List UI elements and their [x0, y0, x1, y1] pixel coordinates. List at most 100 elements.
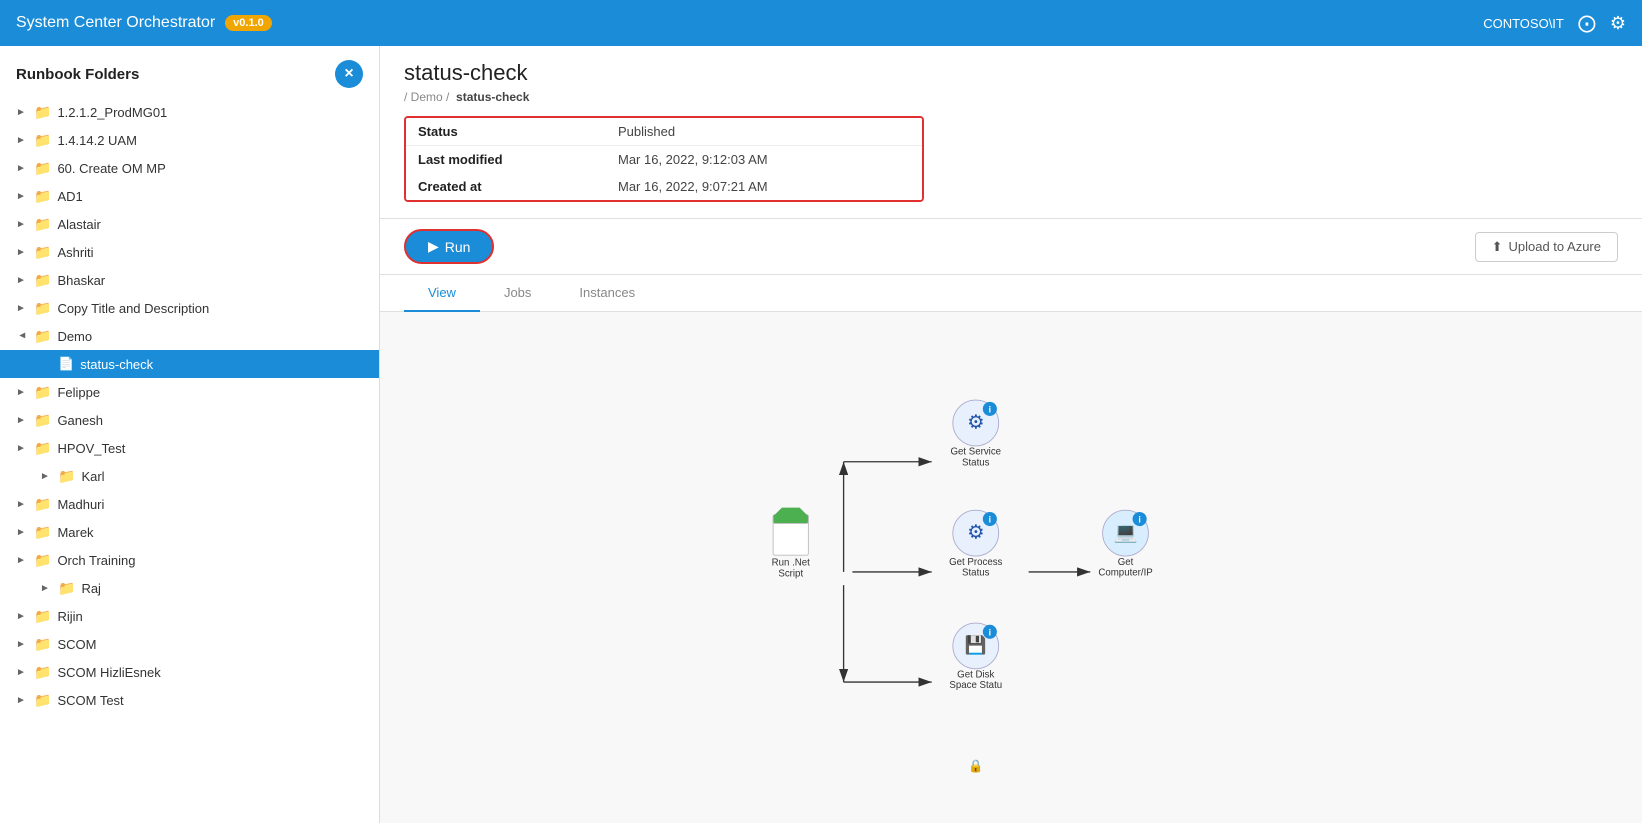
upload-label: Upload to Azure: [1508, 239, 1601, 254]
sidebar-item-folder-3[interactable]: ► 📁 60. Create OM MP: [0, 154, 379, 182]
folder-icon: 📁: [34, 104, 51, 121]
chevron-icon: ►: [16, 667, 28, 678]
sidebar-item-ashriti[interactable]: ► 📁 Ashriti: [0, 238, 379, 266]
status-table: Status Published Last modified Mar 16, 2…: [404, 116, 924, 202]
breadcrumb-current: status-check: [456, 90, 529, 104]
sidebar-item-bhaskar[interactable]: ► 📁 Bhaskar: [0, 266, 379, 294]
sidebar-item-marek[interactable]: ► 📁 Marek: [0, 518, 379, 546]
sidebar-item-folder-1[interactable]: ► 📁 1.2.1.2_ProdMG01: [0, 98, 379, 126]
chevron-icon: ▼: [17, 330, 28, 342]
folder-icon: 📁: [58, 468, 75, 485]
svg-text:i: i: [989, 515, 991, 525]
sidebar-item-label: Ashriti: [57, 245, 93, 260]
sidebar-item-raj[interactable]: ► 📁 Raj: [0, 574, 379, 602]
run-button[interactable]: ▶ Run: [404, 229, 494, 264]
sidebar-item-label: Marek: [57, 525, 93, 540]
chevron-icon: ►: [16, 191, 28, 202]
sidebar-close-button[interactable]: ×: [335, 60, 363, 88]
sidebar: Runbook Folders × ► 📁 1.2.1.2_ProdMG01 ►…: [0, 46, 380, 823]
svg-text:💾: 💾: [965, 635, 987, 655]
chevron-icon: ►: [16, 443, 28, 454]
chevron-icon: ►: [16, 303, 28, 314]
sidebar-item-orch[interactable]: ► 📁 Orch Training: [0, 546, 379, 574]
tab-view[interactable]: View: [404, 275, 480, 312]
folder-icon: 📁: [34, 664, 51, 681]
sidebar-item-copy-title[interactable]: ► 📁 Copy Title and Description: [0, 294, 379, 322]
play-icon: ▶: [428, 238, 439, 255]
sidebar-item-label: Felippe: [57, 385, 100, 400]
sidebar-item-scom-hizli[interactable]: ► 📁 SCOM HizliEsnek: [0, 658, 379, 686]
chevron-icon: ►: [16, 555, 28, 566]
chevron-icon: ►: [40, 471, 52, 482]
sidebar-item-demo[interactable]: ▼ 📁 Demo: [0, 322, 379, 350]
sidebar-item-felippe[interactable]: ► 📁 Felippe: [0, 378, 379, 406]
breadcrumb-root: / Demo /: [404, 90, 449, 104]
svg-text:🔒: 🔒: [968, 759, 983, 773]
chevron-icon: ►: [16, 163, 28, 174]
sidebar-item-alastair[interactable]: ► 📁 Alastair: [0, 210, 379, 238]
node-get-process-status[interactable]: ⚙ i Get Process Status: [949, 510, 1002, 578]
sidebar-item-status-check[interactable]: 📄 status-check: [0, 350, 379, 378]
sidebar-title: Runbook Folders: [16, 66, 139, 83]
apps-icon[interactable]: ⨀: [1578, 13, 1596, 34]
folder-icon: 📁: [34, 552, 51, 569]
folder-icon: 📁: [34, 524, 51, 541]
sidebar-item-label: status-check: [80, 357, 153, 372]
last-modified-value: Mar 16, 2022, 9:12:03 AM: [618, 152, 768, 167]
folder-icon: 📁: [34, 636, 51, 653]
chevron-icon: ►: [16, 275, 28, 286]
sidebar-item-label: Ganesh: [57, 413, 103, 428]
folder-icon: 📁: [34, 160, 51, 177]
status-row-published: Status Published: [406, 118, 922, 146]
runbook-icon: 📄: [58, 356, 74, 372]
tab-jobs[interactable]: Jobs: [480, 275, 555, 312]
node-get-computer-ip[interactable]: 💻 i Get Computer/IP: [1098, 510, 1152, 578]
sidebar-list: ► 📁 1.2.1.2_ProdMG01 ► 📁 1.4.14.2 UAM ► …: [0, 98, 379, 823]
settings-icon[interactable]: ⚙: [1610, 13, 1626, 34]
breadcrumb: / Demo / status-check: [404, 90, 1618, 104]
node-get-disk-space[interactable]: 💾 i Get Disk Space Statu: [949, 623, 1002, 691]
header-left: System Center Orchestrator v0.1.0: [16, 14, 272, 32]
upload-azure-button[interactable]: ⬆ Upload to Azure: [1475, 232, 1618, 262]
sidebar-item-ganesh[interactable]: ► 📁 Ganesh: [0, 406, 379, 434]
svg-text:i: i: [1138, 515, 1140, 525]
sidebar-item-rijin[interactable]: ► 📁 Rijin: [0, 602, 379, 630]
sidebar-item-label: Alastair: [57, 217, 100, 232]
tab-instances[interactable]: Instances: [555, 275, 659, 312]
svg-text:⚙: ⚙: [967, 521, 984, 543]
sidebar-item-folder-2[interactable]: ► 📁 1.4.14.2 UAM: [0, 126, 379, 154]
chevron-icon: ►: [16, 387, 28, 398]
folder-icon: 📁: [34, 300, 51, 317]
node-run-net-script[interactable]: Run .Net Script: [757, 508, 824, 580]
sidebar-item-label: SCOM Test: [57, 693, 123, 708]
main-layout: Runbook Folders × ► 📁 1.2.1.2_ProdMG01 ►…: [0, 46, 1642, 823]
sidebar-item-scom-test[interactable]: ► 📁 SCOM Test: [0, 686, 379, 714]
status-key: Status: [418, 124, 618, 139]
header-user: CONTOSO\IT: [1483, 16, 1564, 31]
sidebar-item-folder-ad1[interactable]: ► 📁 AD1: [0, 182, 379, 210]
sidebar-item-label: Raj: [81, 581, 101, 596]
svg-text:💻: 💻: [1113, 521, 1137, 543]
chevron-icon: ►: [16, 695, 28, 706]
node-get-service-status[interactable]: ⚙ i Get Service Status: [950, 400, 1001, 468]
svg-text:i: i: [989, 627, 991, 637]
sidebar-item-hpov[interactable]: ► 📁 HPOV_Test: [0, 434, 379, 462]
app-title: System Center Orchestrator: [16, 14, 215, 32]
folder-icon: 📁: [34, 132, 51, 149]
version-badge: v0.1.0: [225, 15, 272, 31]
svg-text:Script: Script: [778, 568, 803, 579]
content-header: status-check / Demo / status-check Statu…: [380, 46, 1642, 219]
chevron-icon: ►: [16, 527, 28, 538]
sidebar-item-label: Karl: [81, 469, 104, 484]
folder-icon: 📁: [34, 328, 51, 345]
tabs-bar: View Jobs Instances: [380, 275, 1642, 312]
svg-text:Get Process: Get Process: [949, 557, 1002, 568]
sidebar-item-madhuri[interactable]: ► 📁 Madhuri: [0, 490, 379, 518]
sidebar-item-karl[interactable]: ► 📁 Karl: [0, 462, 379, 490]
sidebar-item-label: 1.4.14.2 UAM: [57, 133, 137, 148]
page-title: status-check: [404, 60, 1618, 86]
chevron-icon: ►: [40, 583, 52, 594]
sidebar-item-label: Madhuri: [57, 497, 104, 512]
sidebar-item-scom[interactable]: ► 📁 SCOM: [0, 630, 379, 658]
status-row-created: Created at Mar 16, 2022, 9:07:21 AM: [406, 173, 922, 200]
